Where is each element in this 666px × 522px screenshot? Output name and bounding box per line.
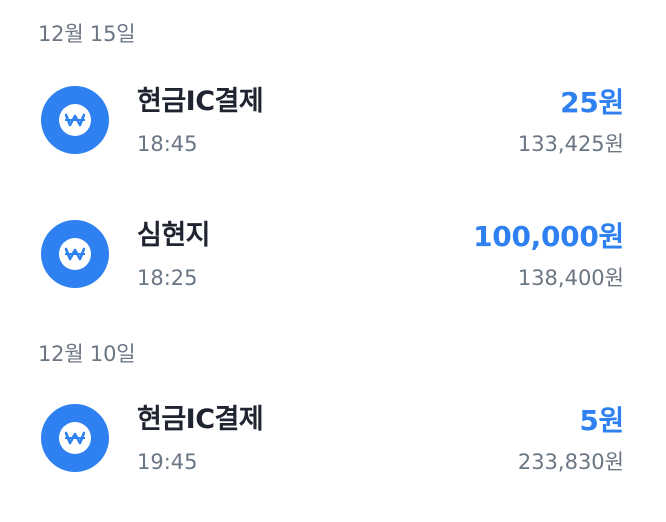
transaction-time: 18:45 xyxy=(137,132,198,156)
transaction-time: 18:25 xyxy=(137,266,198,290)
transaction-amount: 25원 xyxy=(560,86,624,119)
date-header: 12월 10일 xyxy=(38,342,136,366)
won-icon xyxy=(41,404,109,472)
transaction-title: 현금IC결제 xyxy=(137,404,264,435)
transaction-balance: 138,400원 xyxy=(517,266,624,290)
transaction-title: 현금IC결제 xyxy=(137,86,264,117)
transaction-amount: 5원 xyxy=(579,404,624,437)
won-icon xyxy=(41,86,109,154)
transaction-title: 심현지 xyxy=(137,220,211,251)
transaction-time: 19:45 xyxy=(137,450,198,474)
transaction-amount: 100,000원 xyxy=(473,220,624,253)
transaction-row[interactable]: 심현지 18:25 100,000원 138,400원 xyxy=(0,220,666,320)
transaction-balance: 233,830원 xyxy=(517,450,624,474)
transaction-row[interactable]: 현금IC결제 18:45 25원 133,425원 xyxy=(0,86,666,186)
transaction-balance: 133,425원 xyxy=(517,132,624,156)
transaction-row[interactable]: 현금IC결제 19:45 5원 233,830원 xyxy=(0,404,666,504)
date-header: 12월 15일 xyxy=(38,22,136,46)
won-icon xyxy=(41,220,109,288)
